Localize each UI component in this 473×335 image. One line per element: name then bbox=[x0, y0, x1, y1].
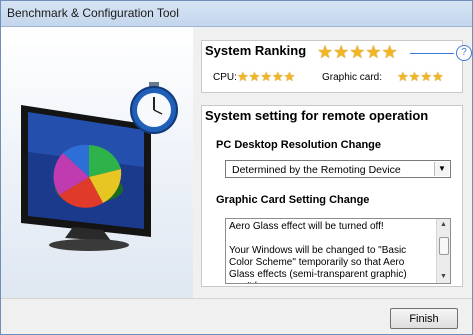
star-icon: ★ bbox=[349, 42, 366, 62]
graphic-setting-textarea[interactable]: Aero Glass effect will be turned off! Yo… bbox=[225, 218, 451, 284]
star-icon: ★ bbox=[283, 69, 296, 84]
graphic-text-line: Aero Glass effect will be turned off! bbox=[229, 221, 384, 232]
overall-rating: ★ ★ ★ ★ ★ bbox=[317, 43, 398, 61]
title-bar: Benchmark & Configuration Tool bbox=[1, 1, 472, 27]
system-ranking-group: System Ranking ★ ★ ★ ★ ★ ? CPU: ★ ★ ★ ★ … bbox=[201, 40, 472, 93]
star-icon: ★ bbox=[408, 69, 421, 84]
resolution-value: Determined by the Remoting Device bbox=[232, 164, 401, 176]
star-icon: ★ bbox=[365, 42, 382, 62]
scroll-thumb[interactable] bbox=[439, 237, 449, 255]
scroll-down-icon[interactable]: ▼ bbox=[437, 271, 450, 283]
star-icon: ★ bbox=[333, 42, 350, 62]
graphic-card-rating: ★ ★ ★ ★ bbox=[397, 70, 444, 83]
stopwatch-icon bbox=[130, 82, 178, 134]
graphic-card-label: Graphic card: bbox=[322, 72, 383, 83]
star-icon: ★ bbox=[248, 69, 261, 84]
textarea-scrollbar[interactable]: ▲ ▼ bbox=[436, 219, 450, 283]
star-icon: ★ bbox=[420, 69, 432, 84]
illustration-pane bbox=[1, 27, 193, 298]
star-icon: ★ bbox=[271, 69, 284, 84]
graphic-text-line: Your Windows will be changed to "Basic C… bbox=[229, 245, 407, 283]
resolution-label: PC Desktop Resolution Change bbox=[216, 139, 382, 151]
star-icon: ★ bbox=[381, 42, 398, 62]
star-icon: ★ bbox=[397, 69, 409, 84]
finish-button[interactable]: Finish bbox=[390, 308, 458, 329]
resolution-select[interactable]: Determined by the Remoting Device ▼ bbox=[225, 160, 451, 178]
star-icon: ★ bbox=[260, 69, 272, 84]
remote-settings-group: System setting for remote operation PC D… bbox=[201, 105, 463, 287]
cpu-label: CPU: bbox=[213, 72, 237, 83]
cpu-rating: ★ ★ ★ ★ ★ bbox=[237, 70, 295, 83]
graphic-setting-label: Graphic Card Setting Change bbox=[216, 194, 370, 206]
settings-title: System setting for remote operation bbox=[205, 108, 433, 123]
rank-connector-line bbox=[410, 53, 454, 54]
window-title: Benchmark & Configuration Tool bbox=[7, 6, 179, 20]
star-icon: ★ bbox=[431, 69, 444, 84]
star-icon: ★ bbox=[237, 69, 249, 84]
main-window: Benchmark & Configuration Tool System Ra… bbox=[0, 0, 473, 335]
ranking-title: System Ranking bbox=[205, 43, 311, 58]
graphic-setting-text: Aero Glass effect will be turned off! Yo… bbox=[229, 221, 429, 283]
help-icon[interactable]: ? bbox=[456, 45, 472, 61]
chevron-down-icon[interactable]: ▼ bbox=[434, 162, 449, 176]
monitor-illustration bbox=[21, 82, 178, 251]
scroll-up-icon[interactable]: ▲ bbox=[437, 219, 450, 231]
star-icon: ★ bbox=[317, 42, 334, 62]
